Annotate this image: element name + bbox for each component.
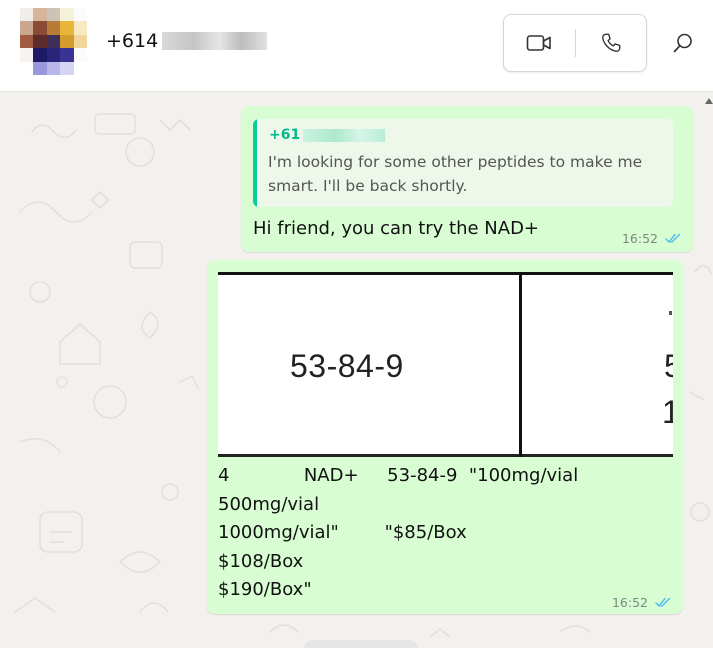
quoted-sender-text: +61: [269, 127, 301, 143]
search-icon: [673, 33, 692, 53]
message-text: 4 NAD+ 53-84-9 "100mg/vial 500mg/vial 10…: [218, 465, 579, 601]
video-camera-icon: [526, 35, 551, 51]
message-image[interactable]: 53-84-9 5 1: [218, 271, 673, 458]
search-button[interactable]: [666, 26, 700, 60]
outgoing-message[interactable]: +61 I'm looking for some other peptides …: [241, 106, 693, 252]
outgoing-message[interactable]: 53-84-9 5 1 4 NAD+ 53-84-9 "100mg/vial 5…: [207, 260, 683, 614]
message-time: 16:52: [611, 595, 648, 610]
contact-name-text: +61: [106, 30, 147, 52]
message-time: 16:52: [621, 231, 658, 246]
contact-avatar[interactable]: [20, 8, 87, 75]
double-check-read-icon: [665, 233, 681, 243]
contact-name-partial: 4: [146, 30, 159, 52]
image-fragment: [669, 311, 672, 315]
quoted-sender: +61: [269, 127, 386, 143]
image-cell-text: 53-84-9: [290, 348, 404, 384]
message-meta: 16:52: [622, 231, 682, 246]
message-text: Hi friend, you can try the NAD+: [253, 218, 540, 239]
phone-icon: [602, 33, 621, 52]
quote-accent-bar: [253, 119, 257, 207]
scroll-to-bottom-tab[interactable]: [304, 640, 418, 648]
quoted-text: I'm looking for some other peptides to m…: [268, 153, 643, 195]
image-cut-text: 1: [662, 394, 673, 430]
call-buttons: [503, 14, 647, 72]
scroll-up-arrow[interactable]: [705, 98, 713, 104]
redacted-number: [303, 128, 386, 142]
image-cut-text: 5: [664, 348, 673, 384]
message-list[interactable]: +61 I'm looking for some other peptides …: [0, 92, 713, 648]
video-call-button[interactable]: [504, 15, 574, 71]
contact-name[interactable]: +61 4: [106, 30, 268, 52]
table-screenshot: [218, 271, 673, 458]
double-check-read-icon: [655, 597, 671, 607]
quoted-message[interactable]: +61 I'm looking for some other peptides …: [253, 119, 673, 207]
voice-call-button[interactable]: [576, 15, 646, 71]
chat-header: +61 4: [0, 0, 713, 92]
message-meta: 16:52: [612, 595, 672, 610]
redacted-number: [162, 32, 268, 50]
